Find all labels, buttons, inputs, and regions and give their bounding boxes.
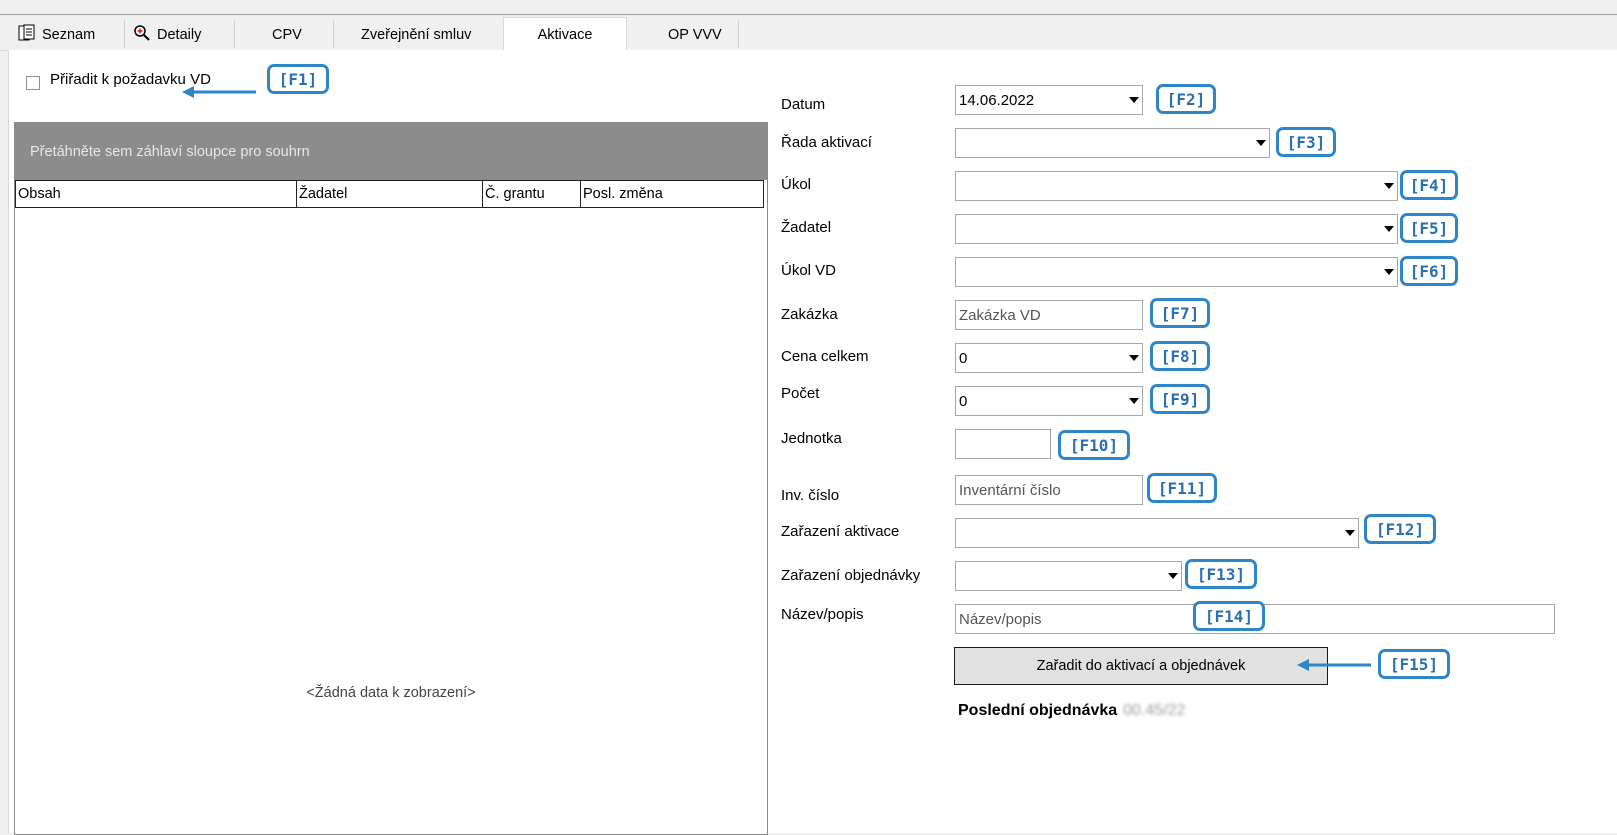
tab-aktivace[interactable]: Aktivace [503,17,627,51]
annotation-f5: [F5] [1400,213,1458,243]
annotation-f7: [F7] [1150,298,1210,328]
submit-button[interactable]: Zařadit do aktivací a objednávek [954,647,1328,685]
tab-op-vvv-label: OP VVV [668,27,722,43]
zakazka-placeholder: Zakázka VD [959,306,1041,324]
last-order-value: 00.45/22 [1123,702,1186,719]
dropdown-arrow-icon[interactable] [1384,183,1394,189]
tab-seznam[interactable]: Seznam [18,22,118,48]
ukol-select[interactable] [955,171,1398,201]
annotation-f2: [F2] [1156,84,1216,114]
annotation-f14: [F14] [1193,601,1265,631]
ukolvd-select[interactable] [955,257,1398,287]
annotation-f15: [F15] [1378,649,1450,679]
annotation-f12: [F12] [1364,514,1436,544]
ukol-label: Úkol [781,176,812,193]
inv-label: Inv. číslo [781,487,840,504]
dropdown-arrow-icon[interactable] [1168,573,1178,579]
zadatel-label: Žadatel [781,219,832,236]
datum-picker[interactable]: 14.06.2022 [955,85,1143,115]
tab-seznam-label: Seznam [42,27,96,43]
datum-value: 14.06.2022 [959,91,1035,109]
pocet-label: Počet [781,385,820,402]
annotation-f1: [F1] [267,64,329,94]
cena-label: Cena celkem [781,348,869,365]
tab-detaily[interactable]: Detaily [133,22,229,48]
tab-separator [234,20,235,48]
nazev-label: Název/popis [781,606,864,623]
group-by-area[interactable]: Přetáhněte sem záhlaví sloupce pro souhr… [15,123,767,180]
pocet-combo[interactable]: 0 [955,386,1143,416]
ukolvd-label: Úkol VD [781,262,837,279]
dropdown-arrow-icon[interactable] [1129,97,1139,103]
annotation-f3: [F3] [1276,127,1336,157]
column-header-last-change[interactable]: Posl. změna [581,180,764,208]
tab-aktivace-label: Aktivace [537,26,593,43]
inv-input[interactable]: Inventární číslo [955,475,1143,505]
annotation-f10: [F10] [1058,430,1130,460]
tab-zverejneni[interactable]: Zveřejnění smluv [361,22,471,48]
annotation-f6: [F6] [1400,256,1458,286]
jednotka-input[interactable] [955,429,1051,459]
annotation-f9: [F9] [1150,384,1210,414]
annotation-f11: [F11] [1147,473,1217,503]
dropdown-arrow-icon[interactable] [1256,140,1266,146]
tab-cpv-label: CPV [272,27,302,43]
inv-placeholder: Inventární číslo [959,481,1061,499]
zarazeni-obj-select[interactable] [955,561,1182,591]
tab-cpv[interactable]: CPV [272,22,302,48]
dropdown-arrow-icon[interactable] [1384,226,1394,232]
data-grid: Přetáhněte sem záhlaví sloupce pro souhr… [14,122,768,835]
zarazeni-akt-select[interactable] [955,518,1359,548]
last-order-label: Poslední objednávka [958,702,1118,719]
annotation-arrow-f15 [1297,659,1371,671]
zakazka-label: Zakázka [781,306,838,323]
annotation-f8: [F8] [1150,341,1210,371]
tab-zverejneni-label: Zveřejnění smluv [361,27,472,43]
zadatel-select[interactable] [955,214,1398,244]
pocet-value: 0 [959,392,968,410]
tab-op-vvv[interactable]: OP VVV [668,22,722,48]
column-header-label: Obsah [18,186,61,202]
column-header-label: Č. grantu [485,186,545,202]
jednotka-label: Jednotka [781,430,842,447]
list-icon [18,24,36,46]
dropdown-arrow-icon[interactable] [1129,355,1139,361]
column-header-label: Žadatel [299,186,348,202]
cena-combo[interactable]: 0 [955,343,1143,373]
tab-separator [738,20,739,48]
zarazeni-obj-label: Zařazení objednávky [781,567,921,584]
annotation-f4: [F4] [1400,170,1458,200]
rada-label: Řada aktivací [781,134,872,151]
column-header-grant[interactable]: Č. grantu [483,180,581,208]
column-header-obsah[interactable]: Obsah [15,180,297,208]
top-strip [0,0,1617,15]
tab-separator [124,20,125,48]
magnifier-icon [133,24,151,46]
tab-bar [0,16,1617,51]
zakazka-input[interactable]: Zakázka VD [955,300,1143,330]
dropdown-arrow-icon[interactable] [1384,269,1394,275]
dropdown-arrow-icon[interactable] [1345,530,1355,536]
tab-detaily-label: Detaily [157,27,202,43]
tab-separator [333,20,334,48]
no-data-message: <Žádná data k zobrazení> [306,685,476,701]
annotation-arrow-f1 [182,86,256,98]
cena-value: 0 [959,349,968,367]
column-header-zadatel[interactable]: Žadatel [297,180,483,208]
nazev-placeholder: Název/popis [959,610,1042,628]
datum-label: Datum [781,96,826,113]
last-order: Poslední objednávka 00.45/22 [958,702,1185,720]
zarazeni-akt-label: Zařazení aktivace [781,523,900,540]
group-by-placeholder: Přetáhněte sem záhlaví sloupce pro souhr… [30,143,310,160]
column-header-label: Posl. změna [583,186,663,202]
dropdown-arrow-icon[interactable] [1129,398,1139,404]
rada-select[interactable] [955,128,1270,158]
assign-vd-checkbox[interactable] [26,76,40,90]
annotation-f13: [F13] [1185,559,1257,589]
